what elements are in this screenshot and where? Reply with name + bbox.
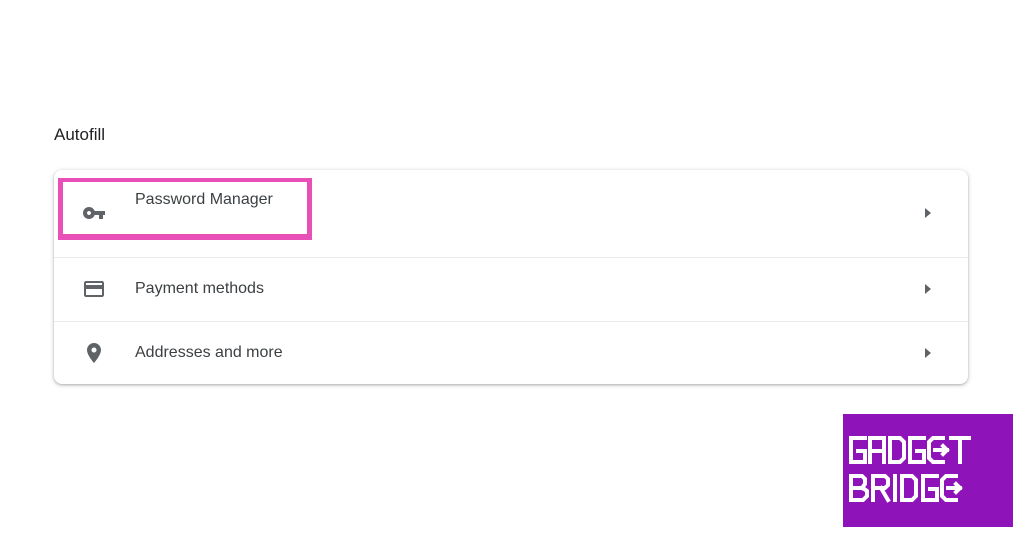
payment-methods-label: Payment methods	[135, 280, 264, 297]
payment-methods-row[interactable]: Payment methods	[54, 257, 968, 321]
section-title: Autofill	[54, 125, 106, 144]
arrow-right-icon	[925, 348, 931, 358]
credit-card-icon	[84, 281, 104, 297]
location-pin-icon	[87, 343, 101, 363]
password-manager-row[interactable]: Password Manager	[54, 170, 968, 256]
key-icon	[83, 207, 105, 219]
arrow-right-icon	[925, 208, 931, 218]
gadget-bridge-logo	[843, 414, 1013, 527]
addresses-label: Addresses and more	[135, 344, 283, 361]
autofill-card: Password Manager Payment methods Address…	[54, 170, 968, 384]
arrow-right-icon	[925, 284, 931, 294]
password-manager-label: Password Manager	[135, 191, 273, 208]
addresses-row[interactable]: Addresses and more	[54, 321, 968, 384]
